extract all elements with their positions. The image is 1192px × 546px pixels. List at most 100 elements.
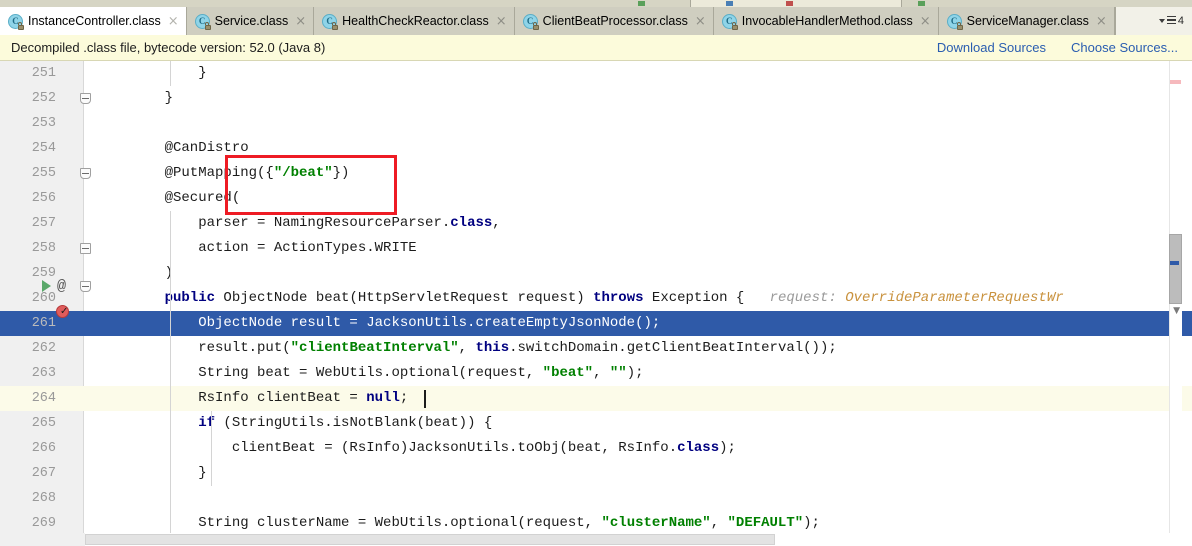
- line-number: 264: [31, 391, 56, 406]
- indent-guide: [170, 211, 171, 311]
- tab-overflow-count: 4: [1177, 14, 1184, 27]
- code-line[interactable]: 259 ): [0, 261, 1192, 286]
- horizontal-scrollbar-thumb[interactable]: [85, 534, 775, 545]
- error-stripe-marker[interactable]: [1170, 80, 1181, 84]
- code-line[interactable]: 251 }: [0, 61, 1192, 86]
- debug-icon[interactable]: [726, 1, 733, 6]
- indent-guide: [170, 61, 171, 86]
- code-line[interactable]: 257 parser = NamingResourceParser.class,: [0, 211, 1192, 236]
- tab-label: Service.class: [214, 13, 289, 28]
- code-line[interactable]: 262 result.put("clientBeatInterval", thi…: [0, 336, 1192, 361]
- code-token: ,: [492, 215, 501, 231]
- editor-tab-invocablehandlermethod[interactable]: C InvocableHandlerMethod.class ×: [713, 7, 939, 35]
- code-line[interactable]: 254 @CanDistro: [0, 136, 1192, 161]
- line-number: 255: [31, 166, 56, 181]
- fold-marker[interactable]: [80, 168, 91, 179]
- java-class-file-icon: C: [946, 13, 963, 30]
- breakpoint-icon[interactable]: ✓: [56, 305, 69, 318]
- code-token: ,: [593, 365, 610, 381]
- main-toolbar-sliver: [0, 0, 1192, 7]
- code-line[interactable]: 264 RsInfo clientBeat = null;: [0, 386, 1192, 411]
- code-editor[interactable]: 251 } 252 } 253 254 @CanDistro 255 @PutMappi…: [0, 61, 1192, 546]
- code-line-text: action = ActionTypes.WRITE: [131, 236, 416, 261]
- code-line[interactable]: 256 @Secured(: [0, 186, 1192, 211]
- code-line-text: if (StringUtils.isNotBlank(beat)) {: [131, 411, 492, 436]
- code-token: ,: [458, 340, 476, 356]
- code-token: ObjectNode result = JacksonUtils.createE…: [131, 315, 661, 331]
- scrollbar-corner: [0, 533, 85, 546]
- vertical-scrollbar-thumb[interactable]: [1169, 234, 1182, 304]
- hint-spacer: [744, 290, 769, 306]
- tab-label: InstanceController.class: [28, 13, 161, 28]
- breakpoint-verified-check: ✓: [60, 306, 69, 317]
- code-token: parser = NamingResourceParser.: [131, 215, 451, 231]
- editor-tab-service[interactable]: C Service.class ×: [186, 7, 315, 35]
- run-method-icon[interactable]: [42, 280, 51, 292]
- java-class-file-icon: C: [721, 13, 738, 30]
- code-line-text: }: [131, 61, 206, 86]
- code-token: ): [131, 265, 174, 281]
- editor-tab-servicemanager[interactable]: C ServiceManager.class ×: [938, 7, 1115, 35]
- close-icon[interactable]: ×: [920, 15, 931, 28]
- code-token: }: [131, 90, 174, 106]
- download-sources-link[interactable]: Download Sources: [937, 40, 1046, 55]
- code-line[interactable]: 267 }: [0, 461, 1192, 486]
- code-line[interactable]: 265 if (StringUtils.isNotBlank(beat)) {: [0, 411, 1192, 436]
- close-icon[interactable]: ×: [1096, 15, 1107, 28]
- editor-tab-instancecontroller[interactable]: C InstanceController.class ×: [0, 7, 187, 35]
- code-line[interactable]: 260 public ObjectNode beat(HttpServletRe…: [0, 286, 1192, 311]
- code-line[interactable]: 261 ObjectNode result = JacksonUtils.cre…: [0, 311, 1192, 336]
- editor-tab-bar: C InstanceController.class × C Service.c…: [0, 7, 1192, 35]
- code-token: @CanDistro: [131, 140, 249, 156]
- green-dot-icon-2[interactable]: [918, 1, 925, 6]
- editor-tab-healthcheckreactor[interactable]: C HealthCheckReactor.class ×: [314, 7, 515, 35]
- code-token: public: [164, 290, 216, 306]
- scroll-down-arrow-icon[interactable]: ▼: [1173, 307, 1180, 316]
- code-line-text: clientBeat = (RsInfo)JacksonUtils.toObj(…: [131, 436, 736, 461]
- code-line-text: @CanDistro: [131, 136, 249, 161]
- java-class-file-icon: C: [194, 13, 211, 30]
- code-token: }): [332, 165, 350, 181]
- tab-label: ServiceManager.class: [966, 13, 1089, 28]
- code-token: throws: [593, 290, 644, 306]
- green-dot-icon[interactable]: [638, 1, 645, 6]
- code-token: );: [626, 365, 644, 381]
- close-icon[interactable]: ×: [695, 15, 706, 28]
- code-line-text: public ObjectNode beat(HttpServletReques…: [131, 286, 1064, 311]
- code-line[interactable]: 253: [0, 111, 1192, 136]
- code-token: "beat": [542, 365, 594, 381]
- editor-tab-clientbeatprocessor[interactable]: C ClientBeatProcessor.class ×: [514, 7, 714, 35]
- close-icon[interactable]: ×: [168, 15, 179, 28]
- close-icon[interactable]: ×: [295, 15, 306, 28]
- code-token: result.put(: [131, 340, 291, 356]
- code-line[interactable]: 266 clientBeat = (RsInfo)JacksonUtils.to…: [0, 436, 1192, 461]
- code-token: );: [803, 515, 820, 531]
- fold-marker[interactable]: [80, 243, 91, 254]
- fold-marker[interactable]: [80, 93, 91, 104]
- bookmark-icon[interactable]: [786, 1, 793, 6]
- close-icon[interactable]: ×: [496, 15, 507, 28]
- code-line-text: }: [131, 86, 173, 111]
- code-line[interactable]: 268: [0, 486, 1192, 511]
- code-line[interactable]: 252 }: [0, 86, 1192, 111]
- override-marker-icon[interactable]: @: [57, 279, 66, 294]
- code-line[interactable]: 263 String beat = WebUtils.optional(requ…: [0, 361, 1192, 386]
- tab-overflow-dropdown[interactable]: 4: [1114, 7, 1192, 35]
- selection-stripe-marker: [1170, 261, 1179, 265]
- choose-sources-link[interactable]: Choose Sources...: [1071, 40, 1178, 55]
- code-line-text: ): [131, 261, 173, 286]
- line-number: 267: [31, 466, 56, 481]
- code-line-text: String beat = WebUtils.optional(request,…: [131, 361, 644, 386]
- inline-hint-parameter-value[interactable]: OverrideParameterRequestWr: [845, 290, 1063, 306]
- line-number: 253: [31, 116, 56, 131]
- code-token: String beat = WebUtils.optional(request,: [131, 365, 543, 381]
- inline-hint-parameter-name[interactable]: request:: [770, 290, 837, 306]
- line-number: 265: [31, 416, 56, 431]
- fold-marker[interactable]: [80, 281, 91, 292]
- line-number: 261: [31, 316, 56, 331]
- code-line[interactable]: 255 @PutMapping({"/beat"}): [0, 161, 1192, 186]
- code-line[interactable]: 258 action = ActionTypes.WRITE: [0, 236, 1192, 261]
- indent-guide: [211, 411, 212, 486]
- code-token: class: [677, 440, 720, 456]
